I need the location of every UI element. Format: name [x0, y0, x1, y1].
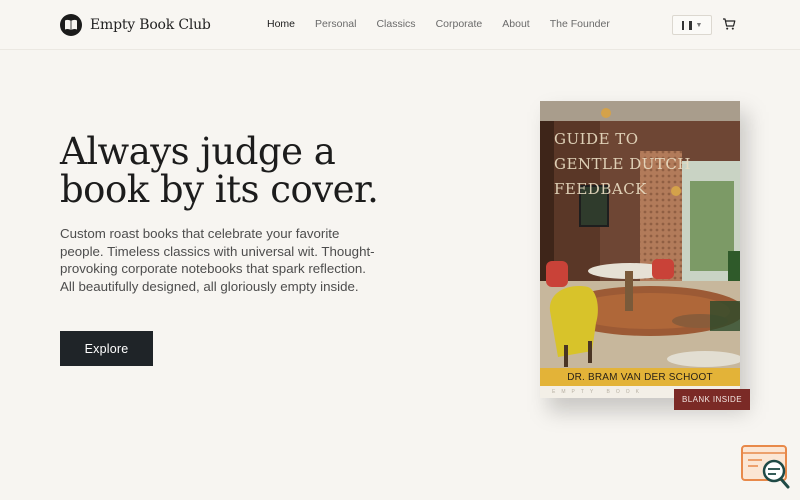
flag-icon: [681, 20, 692, 30]
search-chat-icon[interactable]: [740, 444, 792, 490]
chevron-down-icon: ▼: [695, 21, 703, 29]
blank-inside-badge: BLANK INSIDE: [674, 389, 750, 410]
nav-personal[interactable]: Personal: [315, 18, 356, 30]
book-icon: [60, 14, 82, 36]
featured-book-cover[interactable]: GUIDE TO GENTLE DUTCH FEEDBACK DR. BRAM …: [540, 101, 740, 398]
nav-the-founder[interactable]: The Founder: [550, 18, 610, 30]
book-author: DR. BRAM VAN DER SCHOOT: [540, 368, 740, 386]
cart-icon[interactable]: [722, 17, 736, 31]
brand-logo[interactable]: Empty Book Club: [60, 13, 211, 37]
nav-classics[interactable]: Classics: [376, 18, 415, 30]
main-nav: Home Personal Classics Corporate About T…: [267, 18, 630, 30]
nav-home[interactable]: Home: [267, 18, 295, 30]
language-selector[interactable]: ▼: [672, 15, 712, 35]
book-title: GUIDE TO GENTLE DUTCH FEEDBACK: [554, 130, 691, 198]
explore-button[interactable]: Explore: [60, 331, 153, 366]
site-header: Empty Book Club Home Personal Classics C…: [0, 0, 800, 50]
hero-headline: Always judge a book by its cover.: [60, 130, 379, 211]
hero-description: Custom roast books that celebrate your f…: [60, 226, 375, 294]
nav-about[interactable]: About: [502, 18, 529, 30]
nav-corporate[interactable]: Corporate: [436, 18, 483, 30]
brand-name: Empty Book Club: [90, 17, 211, 33]
